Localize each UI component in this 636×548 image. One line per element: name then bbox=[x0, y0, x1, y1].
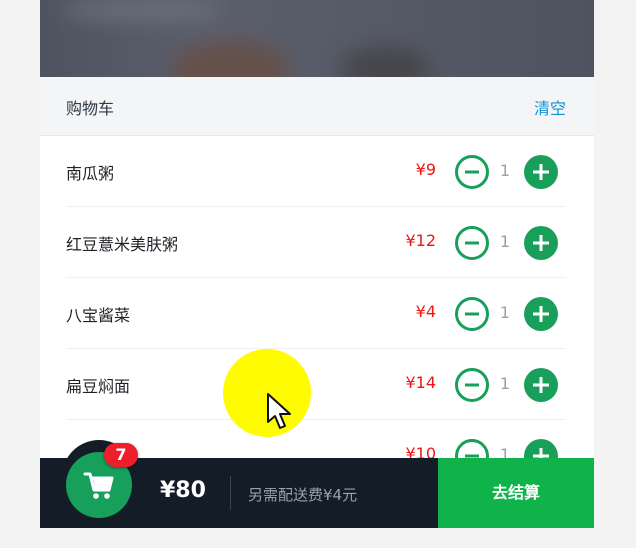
increase-quantity-button[interactable] bbox=[524, 368, 558, 402]
cart-item: ¥10 1 bbox=[66, 420, 566, 458]
decrease-quantity-button[interactable] bbox=[455, 297, 489, 331]
item-quantity: 1 bbox=[499, 374, 511, 393]
cart-item: 红豆薏米美肤粥 ¥12 1 bbox=[66, 207, 566, 278]
decrease-quantity-button[interactable] bbox=[455, 368, 489, 402]
cart-item-list[interactable]: 南瓜粥 ¥9 1 红豆薏米美肤粥 ¥12 1 八宝酱菜 ¥4 1 扁豆焖面 ¥1… bbox=[66, 136, 566, 458]
dimmed-background[interactable] bbox=[40, 0, 594, 77]
decrease-quantity-button[interactable] bbox=[455, 439, 489, 458]
cart-header: 购物车 清空 bbox=[40, 77, 594, 136]
page: 购物车 清空 南瓜粥 ¥9 1 红豆薏米美肤粥 ¥12 1 八宝酱菜 ¥4 1 … bbox=[0, 0, 636, 548]
item-price: ¥14 bbox=[405, 373, 436, 392]
summary-divider bbox=[230, 476, 231, 510]
mouse-pointer-icon bbox=[267, 393, 291, 429]
item-quantity: 1 bbox=[499, 161, 511, 180]
plus-circle-icon bbox=[533, 235, 549, 251]
decrease-quantity-button[interactable] bbox=[455, 226, 489, 260]
plus-circle-icon bbox=[533, 164, 549, 180]
increase-quantity-button[interactable] bbox=[524, 155, 558, 189]
increase-quantity-button[interactable] bbox=[524, 439, 558, 458]
blurred-image-area-right bbox=[340, 48, 430, 77]
shopping-cart-icon bbox=[83, 472, 114, 499]
minus-circle-icon bbox=[465, 241, 479, 245]
cart-count-badge: 7 bbox=[104, 443, 138, 467]
clear-cart-button[interactable]: 清空 bbox=[534, 95, 566, 119]
blurred-image-area-top bbox=[60, 0, 220, 20]
plus-circle-icon bbox=[533, 377, 549, 393]
minus-circle-icon bbox=[465, 312, 479, 316]
plus-circle-icon bbox=[533, 448, 549, 458]
item-price: ¥12 bbox=[405, 231, 436, 250]
cart-item: 南瓜粥 ¥9 1 bbox=[66, 136, 566, 207]
cart-item: 八宝酱菜 ¥4 1 bbox=[66, 278, 566, 349]
item-quantity: 1 bbox=[499, 445, 511, 458]
blurred-image-area-left bbox=[170, 40, 290, 77]
minus-circle-icon bbox=[465, 383, 479, 387]
decrease-quantity-button[interactable] bbox=[455, 155, 489, 189]
increase-quantity-button[interactable] bbox=[524, 297, 558, 331]
item-price: ¥4 bbox=[415, 302, 436, 321]
cart-title: 购物车 bbox=[66, 99, 115, 118]
minus-circle-icon bbox=[465, 170, 479, 174]
item-name: 南瓜粥 bbox=[66, 164, 115, 183]
item-price: ¥10 bbox=[405, 444, 436, 458]
item-name: 扁豆焖面 bbox=[66, 377, 131, 396]
increase-quantity-button[interactable] bbox=[524, 226, 558, 260]
cart-item: 扁豆焖面 ¥14 1 bbox=[66, 349, 566, 420]
delivery-fee-text: 另需配送费¥4元 bbox=[248, 486, 358, 504]
total-price: ¥80 bbox=[160, 478, 206, 503]
item-price: ¥9 bbox=[415, 160, 436, 179]
plus-circle-icon bbox=[533, 306, 549, 322]
item-name: 八宝酱菜 bbox=[66, 306, 131, 325]
item-quantity: 1 bbox=[499, 303, 511, 322]
item-name: 红豆薏米美肤粥 bbox=[66, 235, 179, 254]
minus-circle-icon bbox=[465, 454, 479, 458]
item-quantity: 1 bbox=[499, 232, 511, 251]
checkout-button[interactable]: 去结算 bbox=[438, 458, 594, 528]
